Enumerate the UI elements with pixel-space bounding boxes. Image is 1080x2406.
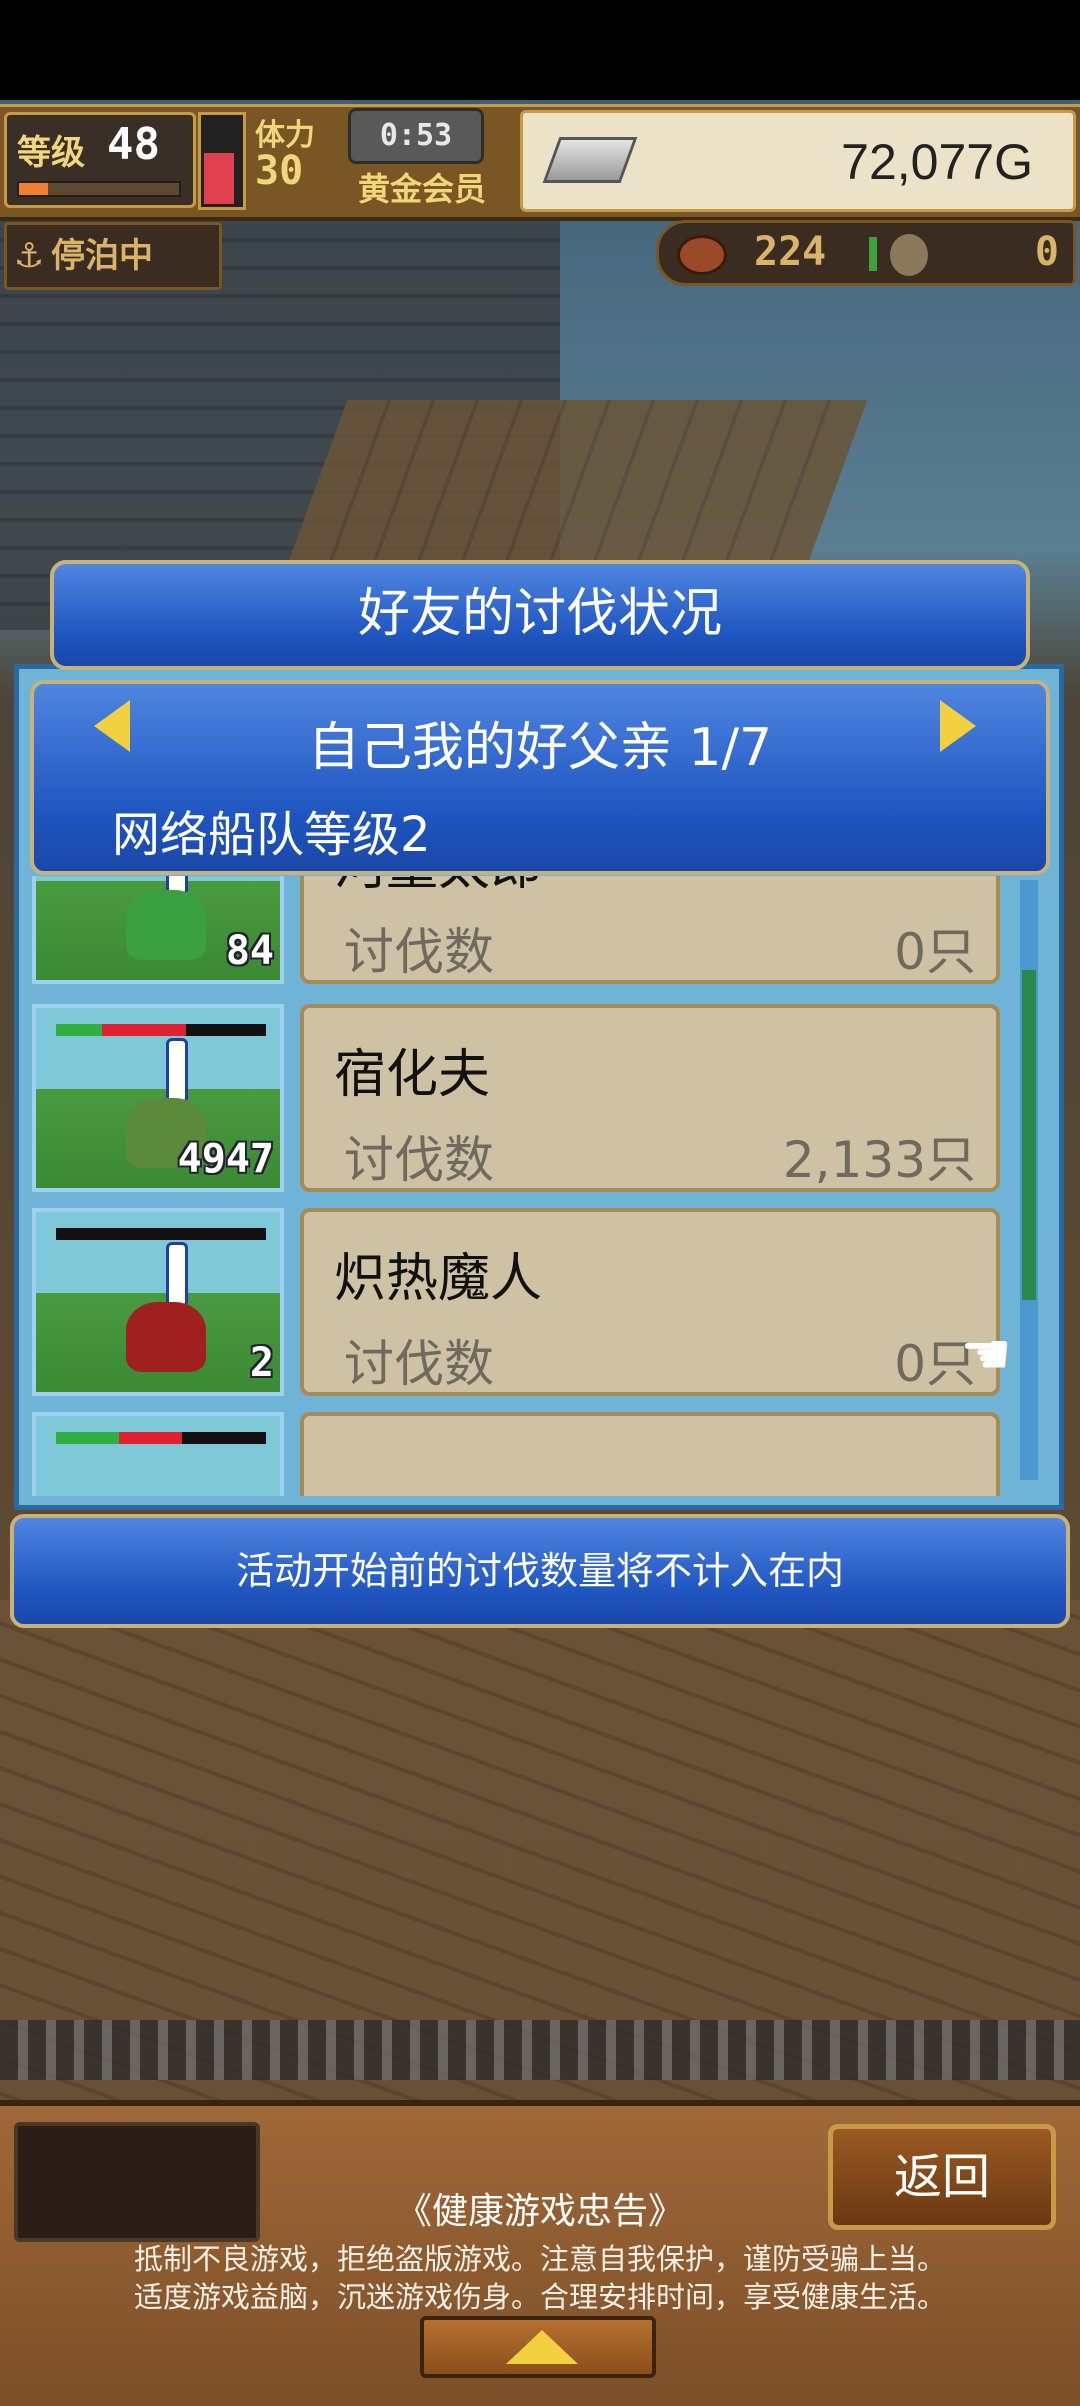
anchor-icon: ⚓ [13, 236, 45, 276]
defeat-count: 2,133只 [782, 1131, 976, 1189]
friend-name: 自己我的好父亲 1/7 [307, 718, 773, 778]
gold-panel[interactable]: 72,077G [520, 110, 1076, 212]
health-advice-title: 《健康游戏忠告》 [395, 2191, 684, 2232]
food-icon [677, 235, 727, 275]
silver-bar-icon [542, 137, 638, 183]
health-advice-line1: 抵制不良游戏，拒绝盗版游戏。注意自我保护，谨防受骗上当。 [133, 2242, 946, 2276]
hp-bar [56, 1024, 266, 1036]
resource1-value: 224 [754, 229, 827, 275]
list-item[interactable]: 2 炽热魔人 讨伐数 0只 [30, 1208, 1010, 1404]
membership-badge: 黄金会员 [358, 170, 487, 208]
level-value: 48 [107, 119, 160, 170]
pointing-hand-icon: ☚ [960, 1320, 1012, 1388]
monster-card [300, 1412, 1000, 1496]
defeat-label: 讨伐数 [344, 1131, 494, 1189]
list-item[interactable] [30, 1412, 1010, 1496]
exclamation-icon [166, 1242, 188, 1308]
hp-bar [56, 1432, 266, 1444]
gold-value: 72,077G [841, 134, 1033, 190]
resource-bar: 224 0 [656, 220, 1076, 286]
monster-sprite [126, 1302, 206, 1372]
level-label: 等级 [17, 133, 85, 173]
monster-name: 河童太郎 [334, 876, 542, 899]
expand-menu-button[interactable] [420, 2316, 656, 2378]
level-panel: 等级 48 [4, 112, 196, 208]
hp-bar [56, 1228, 266, 1240]
resource2-value: 0 [1034, 229, 1059, 275]
stamina-gauge [198, 112, 246, 210]
thumb-count: 4947 [177, 1136, 274, 1182]
stamina-timer: 0:53 [348, 108, 484, 164]
health-advice-line2: 适度游戏益脑，沉迷游戏伤身。合理安排时间，享受健康生活。 [133, 2280, 946, 2314]
medal-icon [887, 231, 931, 279]
ship-railing [0, 2020, 1080, 2080]
monster-thumbnail: 4947 [32, 1004, 284, 1192]
stamina-value: 30 [255, 148, 304, 194]
monster-thumbnail: 84 [32, 876, 284, 984]
exclamation-icon [166, 1038, 188, 1104]
list-item[interactable]: 84 河童太郎 讨伐数 0只 [30, 876, 1010, 992]
thumb-count: 84 [225, 928, 274, 974]
monster-name: 炽热魔人 [334, 1249, 543, 1309]
monster-name: 宿化夫 [334, 1045, 491, 1105]
notice-banner: 活动开始前的讨伐数量将不计入在内 [10, 1514, 1070, 1628]
resource-separator [869, 237, 877, 271]
scrollbar-thumb[interactable] [1022, 970, 1036, 1300]
monster-card: 炽热魔人 讨伐数 0只 [300, 1208, 1000, 1396]
monster-card: 河童太郎 讨伐数 0只 [300, 876, 1000, 984]
dialog-title: 好友的讨伐状况 [50, 560, 1030, 670]
thumb-count: 2 [249, 1340, 274, 1386]
monster-sprite [126, 890, 206, 960]
fleet-level: 网络船队等级2 [112, 807, 431, 863]
list-item[interactable]: 4947 宿化夫 讨伐数 2,133只 [30, 1004, 1010, 1200]
moored-label: 停泊中 [51, 236, 153, 276]
monster-thumbnail: 2 [32, 1208, 284, 1396]
monster-thumbnail [32, 1412, 284, 1496]
level-progress-bar [17, 181, 181, 197]
up-arrow-icon [506, 2330, 578, 2364]
defeat-label: 讨伐数 [344, 1335, 494, 1393]
defeat-label: 讨伐数 [344, 923, 494, 981]
moored-status: ⚓ 停泊中 [4, 222, 222, 290]
defeat-count: 0只 [894, 923, 976, 981]
monster-list[interactable]: 84 河童太郎 讨伐数 0只 4947 宿化夫 讨伐数 2,133只 [30, 876, 1010, 1496]
monster-card: 宿化夫 讨伐数 2,133只 [300, 1004, 1000, 1192]
